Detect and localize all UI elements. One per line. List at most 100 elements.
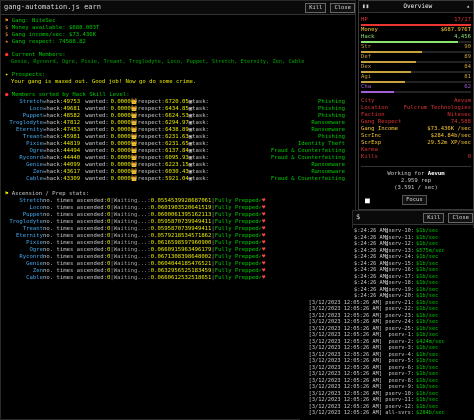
stat-label: Def bbox=[361, 54, 372, 60]
waiting-label: |Waiting...: bbox=[110, 254, 151, 260]
working-rate: (3.591 / sec) bbox=[394, 185, 438, 191]
task-label: ▣task: bbox=[188, 99, 209, 105]
log-line: [3/12/2023 12:05:26 AM] all-svrs: $284b/se… bbox=[302, 410, 472, 417]
respect-label: 👑respect: bbox=[130, 120, 165, 126]
stat-value: 89 bbox=[464, 54, 471, 60]
respect-label: 👑respect: bbox=[130, 148, 165, 154]
respect-label: 👑respect: bbox=[130, 176, 165, 182]
heart-icon: ♥ bbox=[261, 240, 266, 246]
trophy-icon: ★ bbox=[5, 39, 12, 45]
waiting-value: 0.0632956525183459 bbox=[150, 268, 212, 274]
hack-label: ☠hack: bbox=[43, 106, 64, 112]
wanted-value: 0.0000 bbox=[110, 120, 131, 126]
wanted-label: wanted: bbox=[85, 99, 109, 105]
respect-value: 6231.65 bbox=[165, 141, 189, 147]
hack-value: 49681 bbox=[63, 106, 81, 112]
info-value: 0 bbox=[467, 154, 471, 160]
gang-intro: ⚑ Gang: NiteSec $ Money available: $688.0… bbox=[5, 18, 351, 46]
task-value: Ransomware bbox=[311, 127, 345, 133]
member-name: Ryconrd bbox=[19, 155, 43, 161]
ascension-row: Loco no. times ascended: 0 |Waiting...: 0… bbox=[5, 205, 351, 212]
gang-window-title: gang-automation.js earn bbox=[4, 4, 101, 11]
ascend-label: no. times ascended: bbox=[43, 198, 107, 204]
member-name: Pixie bbox=[26, 141, 43, 147]
overview-header[interactable]: ▮▮ Overview ▴ bbox=[359, 1, 473, 13]
heart-icon: ♥ bbox=[261, 247, 266, 253]
hack-value: 47453 bbox=[63, 127, 81, 133]
wanted-label: wanted: bbox=[85, 141, 109, 147]
member-name: Troglodyte bbox=[9, 120, 43, 126]
respect-label: 👑respect: bbox=[130, 99, 165, 105]
ascension-header: ⚑ Ascension / Prep stats: bbox=[5, 191, 90, 197]
sparkle-icon: ✦ bbox=[5, 72, 9, 78]
log-kill-button[interactable]: Kill bbox=[423, 212, 445, 223]
wanted-value: 0.0000 bbox=[110, 99, 131, 105]
waiting-label: |Waiting...: bbox=[110, 205, 151, 211]
ascension-name: Treant bbox=[22, 226, 43, 232]
task-value: Phishing bbox=[318, 113, 345, 119]
hack-value: 43309 bbox=[63, 176, 81, 182]
stat-label: Dex bbox=[361, 64, 372, 70]
focus-button[interactable]: Focus bbox=[402, 195, 427, 205]
info-value: Fulcrum Technologies bbox=[403, 105, 471, 111]
hp-bar bbox=[361, 24, 471, 26]
stat-fill bbox=[361, 91, 394, 93]
waiting-label: |Waiting...: bbox=[110, 219, 151, 225]
waiting-value: 0.0660915963496179 bbox=[150, 247, 212, 253]
heart-icon: ♥ bbox=[261, 261, 266, 267]
wanted-value: 0.0000 bbox=[110, 127, 131, 133]
log-window-titlebar[interactable]: $ Kill Close bbox=[353, 211, 473, 225]
ascension-name: Ryconrd bbox=[19, 254, 43, 260]
intro-line: $ Gang income/sec: $73.436K bbox=[5, 32, 351, 39]
flag-icon: ⚑ bbox=[5, 191, 9, 197]
collapse-icon[interactable]: ▴ bbox=[466, 3, 470, 10]
log-output: $:24:26 AM] pserv-10: $1b/sec $:24:26 AM] ps… bbox=[300, 228, 474, 420]
intro-line: ★ Gang respect: 74588.82 bbox=[5, 39, 351, 46]
money-row: Money $687.976T bbox=[361, 27, 471, 33]
task-label: ▣task: bbox=[188, 106, 209, 112]
close-button[interactable]: Close bbox=[330, 2, 355, 13]
heart-icon: ♥ bbox=[261, 254, 266, 260]
stat-bar bbox=[361, 51, 471, 53]
ascension-name: Zen bbox=[32, 268, 43, 274]
respect-label: 👑respect: bbox=[130, 155, 165, 161]
task-value: Ransomware bbox=[311, 162, 345, 168]
stat-fill bbox=[361, 51, 422, 53]
log-close-button[interactable]: Close bbox=[448, 212, 473, 223]
wanted-value: 0.0000 bbox=[110, 155, 131, 161]
hack-value: 43617 bbox=[63, 169, 81, 175]
waiting-value: 0.0671308398648002 bbox=[150, 254, 212, 260]
stat-value: 62 bbox=[464, 84, 471, 90]
ascend-label: no. times ascended: bbox=[43, 240, 107, 246]
member-row: Genie ☠hack: 44099 wanted: 0.0000 👑respe… bbox=[9, 162, 351, 169]
waiting-value: 0.0616598597960900 bbox=[150, 240, 212, 246]
prep-status: Fully Prepped bbox=[214, 240, 259, 246]
info-value: $284.84b/sec bbox=[430, 133, 471, 139]
stat-value: 4,456 bbox=[454, 34, 471, 40]
wanted-value: 0.0000 bbox=[110, 148, 131, 154]
ascension-name: Loco bbox=[29, 205, 43, 211]
member-row: Eternity ☠hack: 47453 wanted: 0.0000 👑re… bbox=[9, 127, 351, 134]
gang-window-titlebar[interactable]: gang-automation.js earn Kill Close bbox=[1, 1, 355, 15]
stat-bar bbox=[361, 81, 471, 83]
stat-fill bbox=[361, 71, 411, 73]
info-label: ScrInc bbox=[361, 133, 382, 139]
ascend-label: no. times ascended: bbox=[43, 219, 107, 225]
info-label: Gang Income bbox=[361, 126, 399, 132]
save-icon[interactable]: ■ bbox=[365, 196, 370, 204]
member-row: Loco ☠hack: 49681 wanted: 0.0000 👑respec… bbox=[9, 106, 351, 113]
respect-value: 6720.05 bbox=[165, 99, 189, 105]
info-value: $73.436K /sec bbox=[427, 126, 471, 132]
hack-label: ☠hack: bbox=[43, 141, 64, 147]
kill-button[interactable]: Kill bbox=[305, 2, 327, 13]
wanted-value: 0.0000 bbox=[110, 169, 131, 175]
member-name: Puppet bbox=[22, 113, 43, 119]
respect-value: 5921.04 bbox=[165, 176, 189, 182]
prep-status: Fully Prepped bbox=[214, 205, 259, 211]
stat-bar bbox=[361, 41, 471, 43]
task-value: Phishing bbox=[318, 134, 345, 140]
respect-value: 6223.15 bbox=[165, 162, 189, 168]
waiting-label: |Waiting...: bbox=[110, 240, 151, 246]
member-name: Loco bbox=[29, 106, 43, 112]
task-value: Ransomware bbox=[311, 120, 345, 126]
